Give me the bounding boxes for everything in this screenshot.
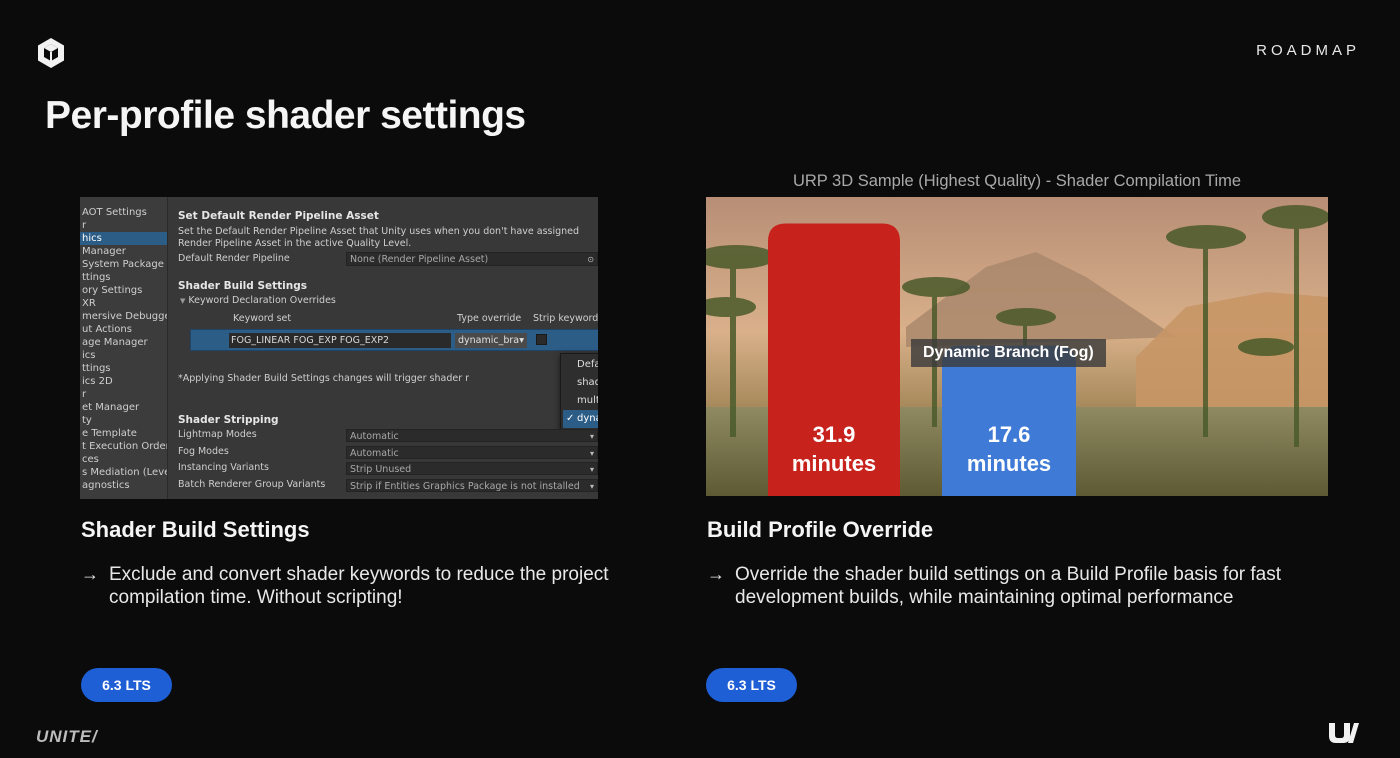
- unite-u-mark-icon: [1329, 723, 1359, 743]
- sidebar-item[interactable]: Manager: [80, 245, 167, 258]
- settings-sidebar: AOT Settings r hics Manager System Package tt…: [80, 197, 168, 499]
- sidebar-item[interactable]: s Mediation (Level: [80, 466, 167, 479]
- sidebar-item[interactable]: ttings: [80, 362, 167, 375]
- sidebar-item[interactable]: r: [80, 219, 167, 232]
- checkmark-icon: ✓: [566, 413, 575, 424]
- strip-keyword-checkbox[interactable]: [536, 334, 547, 345]
- sidebar-item[interactable]: ces: [80, 453, 167, 466]
- sidebar-item[interactable]: ty: [80, 414, 167, 427]
- sbs-heading: Shader Build Settings: [178, 280, 308, 292]
- sidebar-item[interactable]: XR: [80, 297, 167, 310]
- sidebar-item[interactable]: ics: [80, 349, 167, 362]
- unite-logo: UNITE/: [36, 727, 98, 746]
- keyword-override-row[interactable]: FOG_LINEAR FOG_EXP FOG_EXP2 dynamic_bra ▾: [190, 329, 598, 351]
- chart-title: URP 3D Sample (Highest Quality) - Shader…: [792, 172, 1242, 190]
- stripping-heading: Shader Stripping: [178, 414, 279, 426]
- sidebar-item[interactable]: ut Actions: [80, 323, 167, 336]
- sidebar-item[interactable]: System Package: [80, 258, 167, 271]
- right-section-title: Build Profile Override: [707, 517, 934, 542]
- apply-note: *Applying Shader Build Settings changes …: [178, 373, 470, 384]
- keyword-set-field[interactable]: FOG_LINEAR FOG_EXP FOG_EXP2: [229, 333, 451, 348]
- dropdown-option[interactable]: ✓dynamic_branch: [563, 410, 598, 428]
- unity-cube-icon: [38, 38, 64, 68]
- project-settings-screenshot: AOT Settings r hics Manager System Package tt…: [80, 197, 598, 499]
- sidebar-item[interactable]: ory Settings: [80, 284, 167, 297]
- sidebar-item[interactable]: age Manager: [80, 336, 167, 349]
- caret-icon: ▾: [589, 448, 594, 458]
- sidebar-item[interactable]: et Manager: [80, 401, 167, 414]
- kdo-foldout[interactable]: ▼ Keyword Declaration Overrides: [180, 295, 336, 306]
- sidebar-item[interactable]: hics: [80, 232, 167, 245]
- compilation-time-chart: 31.9 minutes 17.6 minutes Dynamic Branch (Fo…: [706, 197, 1328, 496]
- left-bullet: → Exclude and convert shader keywords to…: [81, 564, 609, 608]
- stripping-select[interactable]: Automatic ▾: [346, 445, 598, 459]
- sidebar-item[interactable]: r: [80, 388, 167, 401]
- right-version-badge: 6.3 LTS: [706, 668, 797, 702]
- sidebar-item[interactable]: agnostics: [80, 479, 167, 492]
- sidebar-item[interactable]: AOT Settings: [80, 206, 167, 219]
- stripping-select[interactable]: Automatic ▾: [346, 429, 598, 442]
- col-strip-keyword: Strip keyword: [533, 313, 598, 324]
- dropdown-option[interactable]: Default: [561, 356, 598, 374]
- sidebar-item[interactable]: ttings: [80, 271, 167, 284]
- rp-heading: Set Default Render Pipeline Asset: [178, 210, 379, 222]
- caret-icon: ▾: [519, 335, 524, 346]
- rp-asset-field[interactable]: None (Render Pipeline Asset) ⊙: [346, 252, 598, 266]
- type-override-dropdown: Defaultshader_featuremulti_compile✓dynam…: [560, 353, 598, 431]
- section-tag: ROADMAP: [1256, 42, 1360, 59]
- arrow-right-icon: →: [707, 564, 725, 584]
- series-label: Dynamic Branch (Fog): [911, 339, 1106, 367]
- stripping-select[interactable]: Strip Unused ▾: [346, 462, 598, 475]
- foldout-triangle-icon: ▼: [180, 297, 186, 305]
- bar-value-label: 17.6 minutes: [966, 422, 1052, 476]
- page-title: Per-profile shader settings: [45, 94, 526, 137]
- stripping-select[interactable]: Strip if Entities Graphics Package is no…: [346, 478, 598, 492]
- stripping-label: Batch Renderer Group Variants: [178, 478, 326, 490]
- left-section-title: Shader Build Settings: [81, 517, 310, 542]
- rp-description-2: Render Pipeline Asset in the active Qual…: [178, 238, 412, 249]
- object-picker-icon[interactable]: ⊙: [587, 253, 594, 265]
- stripping-label: Instancing Variants: [178, 462, 269, 473]
- stripping-label: Lightmap Modes: [178, 429, 257, 440]
- col-type-override: Type override: [457, 313, 522, 324]
- left-version-badge: 6.3 LTS: [81, 668, 172, 702]
- sidebar-item[interactable]: ics 2D: [80, 375, 167, 388]
- dropdown-option[interactable]: multi_compile: [561, 392, 598, 410]
- arrow-right-icon: →: [81, 564, 99, 584]
- dropdown-option[interactable]: shader_feature: [561, 374, 598, 392]
- rp-description-1: Set the Default Render Pipeline Asset th…: [178, 226, 580, 237]
- sidebar-item[interactable]: mersive Debugger: [80, 310, 167, 323]
- sidebar-item[interactable]: e Template: [80, 427, 167, 440]
- type-override-select[interactable]: dynamic_bra ▾: [455, 333, 527, 348]
- sidebar-item[interactable]: t Execution Order: [80, 440, 167, 453]
- rp-asset-value: None (Render Pipeline Asset): [350, 254, 489, 265]
- rp-label: Default Render Pipeline: [178, 253, 290, 264]
- stripping-label: Fog Modes: [178, 445, 229, 457]
- right-bullet: → Override the shader build settings on …: [707, 564, 1282, 608]
- bar-value-label: 31.9 minutes: [791, 422, 877, 476]
- col-keyword-set: Keyword set: [233, 313, 292, 324]
- caret-icon: ▾: [589, 432, 594, 441]
- settings-panel: Set Default Render Pipeline Asset Set th…: [178, 197, 598, 499]
- caret-icon: ▾: [589, 465, 594, 474]
- caret-icon: ▾: [589, 481, 594, 491]
